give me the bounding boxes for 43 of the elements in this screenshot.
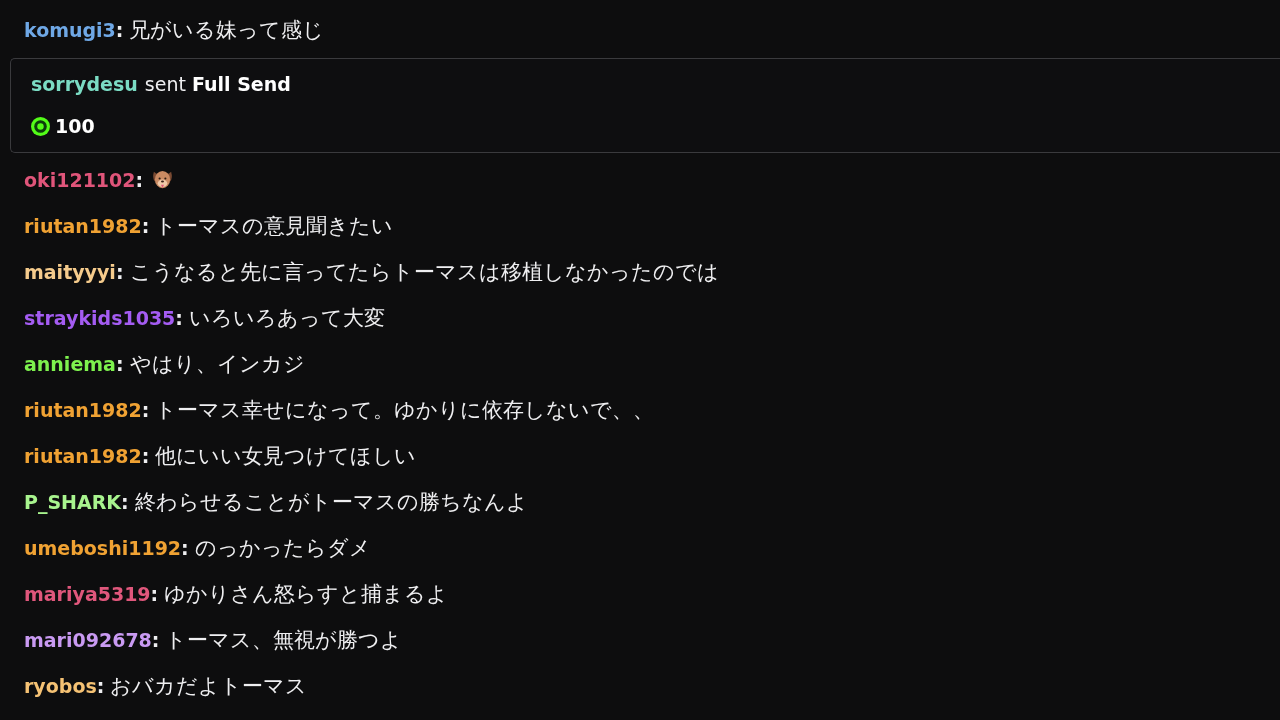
gift-text: sent Full Send bbox=[144, 73, 291, 95]
message-text: 終わらせることがトーマスの勝ちなんよ bbox=[134, 489, 528, 515]
username[interactable]: straykids1035 bbox=[24, 305, 176, 331]
gift-amount: 100 bbox=[55, 115, 95, 137]
separator: : bbox=[141, 398, 150, 423]
dog-face-icon bbox=[151, 169, 175, 191]
message-text: のっかったらダメ bbox=[194, 535, 371, 561]
separator: : bbox=[181, 536, 189, 561]
message-text: 兄がいる妹って感じ bbox=[129, 17, 325, 43]
username[interactable]: umeboshi1192 bbox=[24, 535, 182, 561]
message-text: トーマス幸せになって。ゆかりに依存しないで、、 bbox=[155, 397, 655, 423]
username[interactable]: oki121102 bbox=[24, 167, 136, 193]
message-text: 他にいい女見つけてほしい bbox=[155, 443, 417, 469]
separator: : bbox=[135, 168, 144, 193]
separator: : bbox=[115, 260, 124, 285]
separator: : bbox=[115, 18, 124, 43]
username[interactable]: riutan1982 bbox=[24, 443, 142, 469]
message-text: トーマス、無視が勝つよ bbox=[165, 627, 403, 653]
separator: : bbox=[175, 306, 183, 331]
username[interactable]: riutan1982 bbox=[24, 397, 142, 423]
separator: : bbox=[150, 582, 159, 607]
coin-icon bbox=[31, 116, 50, 136]
message-text: ゆかりさん怒らすと捕まるよ bbox=[164, 581, 449, 607]
message-text: こうなると先に言ってたらトーマスは移植しなかったのでは bbox=[129, 259, 719, 285]
username[interactable]: P_SHARK bbox=[24, 489, 122, 515]
separator: : bbox=[151, 628, 160, 653]
separator: : bbox=[141, 444, 150, 469]
username[interactable]: sorrydesu bbox=[31, 73, 138, 95]
username[interactable]: mariya5319 bbox=[24, 581, 151, 607]
message-text: トーマスの意見聞きたい bbox=[155, 213, 394, 239]
username[interactable]: anniema bbox=[24, 351, 116, 377]
username[interactable]: komugi3 bbox=[24, 17, 116, 43]
separator: : bbox=[96, 674, 105, 699]
username[interactable]: ryobos bbox=[24, 673, 97, 699]
username[interactable]: mari092678 bbox=[24, 627, 152, 653]
separator: : bbox=[121, 490, 129, 515]
message-text: おバカだよトーマス bbox=[110, 673, 308, 699]
username[interactable]: maityyyi bbox=[24, 259, 116, 285]
message-text: いろいろあって大変 bbox=[188, 305, 385, 331]
message-text: やはり、インカジ bbox=[129, 351, 305, 377]
separator: : bbox=[115, 352, 124, 377]
separator: : bbox=[141, 214, 150, 239]
username[interactable]: riutan1982 bbox=[24, 213, 142, 239]
